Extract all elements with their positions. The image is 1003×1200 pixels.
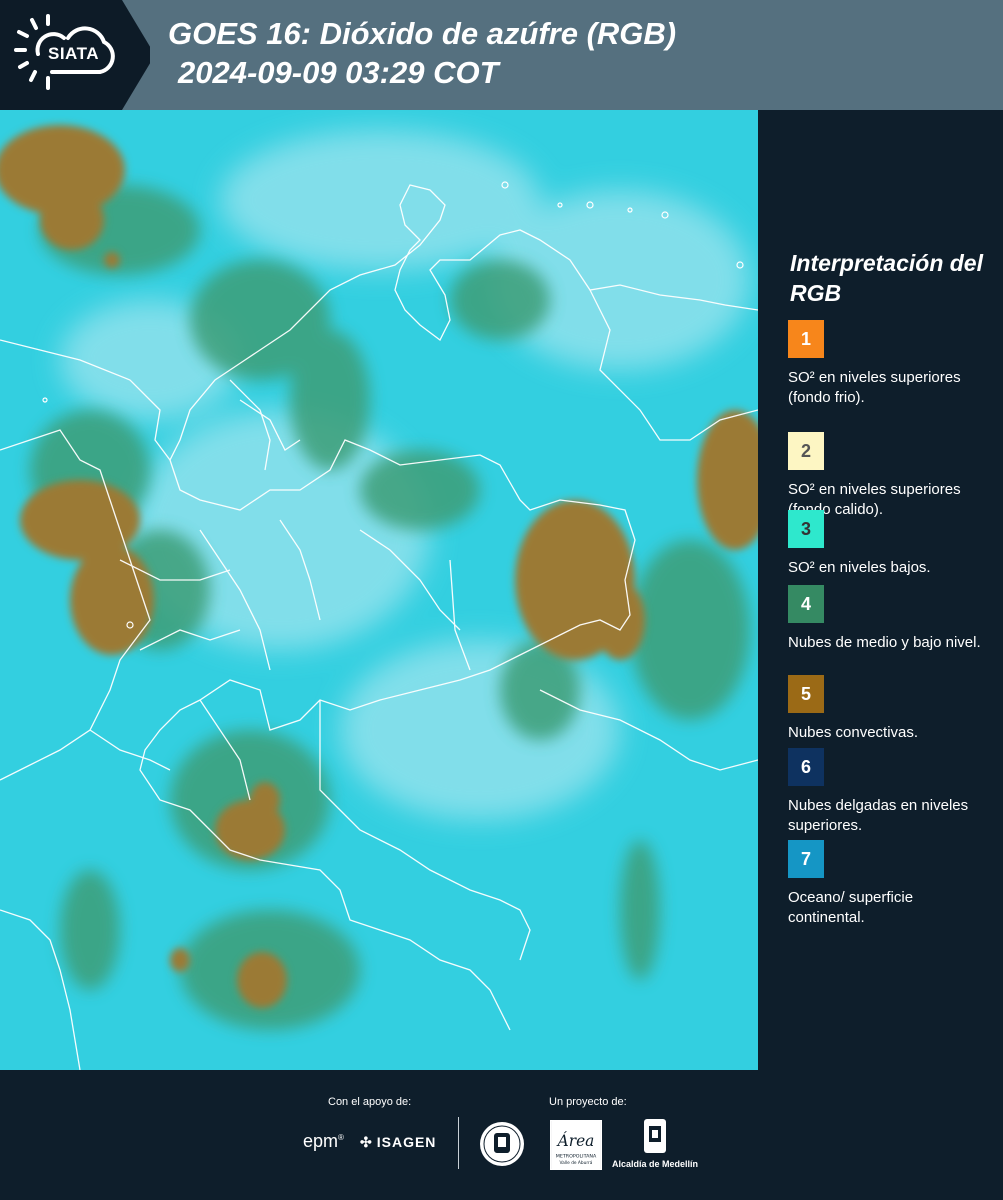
medellin-seal-icon <box>480 1122 524 1166</box>
satellite-map[interactable] <box>0 110 758 1070</box>
footer-divider <box>458 1117 459 1169</box>
map-image <box>0 110 758 1070</box>
legend-swatch: 6 <box>788 748 824 786</box>
alcaldia-label: Alcaldía de Medellín <box>612 1159 699 1169</box>
logo-text: SIATA <box>48 44 99 63</box>
isagen-text: ISAGEN <box>376 1134 437 1150</box>
legend-item-label: Nubes convectivas. <box>788 724 919 741</box>
page-title: GOES 16: Dióxido de azúfre (RGB) <box>168 16 677 51</box>
legend-item-label: SO² en niveles superiores (fondo frio). <box>788 369 961 406</box>
legend-swatch: 5 <box>788 675 824 713</box>
legend-item: 3 SO² en niveles bajos. <box>788 510 993 578</box>
support-label: Con el apoyo de: <box>328 1096 412 1108</box>
isagen-icon: ✣ <box>360 1134 373 1150</box>
legend-swatch: 1 <box>788 320 824 358</box>
legend-panel: Interpretación del RGB 1 SO² en niveles s… <box>758 110 1003 1070</box>
alcaldia-shield-icon <box>644 1119 666 1153</box>
footer: Con el apoyo de: Un proyecto de: epm® ✣ I… <box>0 1070 1003 1200</box>
legend-item: 4 Nubes de medio y bajo nivel. <box>788 585 993 653</box>
legend-swatch: 2 <box>788 432 824 470</box>
legend-swatch: 4 <box>788 585 824 623</box>
legend-item: 2 SO² en niveles superiores (fondo calido… <box>788 432 993 520</box>
svg-text:Área: Área <box>556 1132 595 1150</box>
epm-text: epm <box>303 1131 339 1151</box>
timestamp: 2024-09-09 03:29 COT <box>178 55 499 90</box>
legend-swatch: 3 <box>788 510 824 548</box>
legend-item-label: Oceano/ superficie continental. <box>788 889 914 926</box>
legend-item-label: SO² en niveles bajos. <box>788 559 931 576</box>
legend-item-label: Nubes delgadas en niveles superiores. <box>788 797 969 834</box>
svg-text:METROPOLITANA: METROPOLITANA <box>556 1153 597 1159</box>
legend-item: 6 Nubes delgadas en niveles superiores. <box>788 748 993 836</box>
legend-item: 7 Oceano/ superficie continental. <box>788 840 993 928</box>
project-label: Un proyecto de: <box>549 1096 627 1108</box>
area-metropolitana-logo: Área METROPOLITANA Valle de Aburrá <box>550 1120 602 1170</box>
legend-item: 5 Nubes convectivas. <box>788 675 993 743</box>
legend-swatch: 7 <box>788 840 824 878</box>
legend-item: 1 SO² en niveles superiores (fondo frio). <box>788 320 993 408</box>
isagen-logo: ✣ ISAGEN <box>360 1134 436 1151</box>
legend-title: Interpretación del RGB <box>790 250 983 306</box>
siata-logo: SIATA <box>0 0 150 110</box>
header: SIATA GOES 16: Dióxido de azúfre (RGB) 2… <box>0 0 1003 110</box>
epm-logo: epm® <box>303 1131 344 1151</box>
legend-item-label: Nubes de medio y bajo nivel. <box>788 634 981 651</box>
